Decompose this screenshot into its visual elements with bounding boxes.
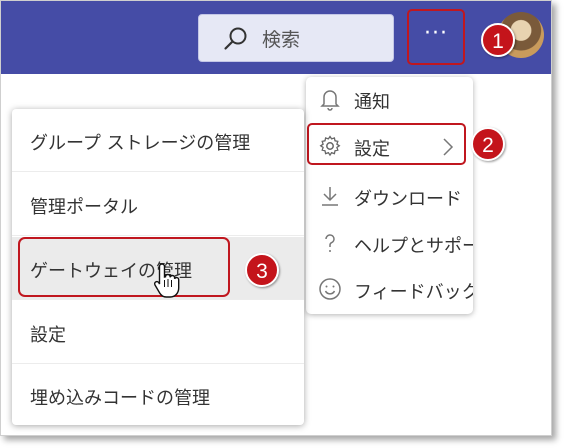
menu-item-label: ダウンロード <box>354 189 462 210</box>
submenu-item-label: 設定 <box>30 325 66 346</box>
hand-cursor-icon <box>153 263 180 298</box>
submenu-item-label: グループ ストレージの管理 <box>30 133 251 154</box>
gateway-highlight <box>18 237 230 297</box>
settings-highlight <box>307 123 466 165</box>
menu-item-help[interactable]: ヘルプとサポート <box>306 221 473 267</box>
menu-item-label: 通知 <box>354 92 390 113</box>
menu-item-notifications[interactable]: 通知 <box>306 77 473 123</box>
smiley-icon <box>319 278 341 300</box>
app-window: 検索 ··· 通知 設定 ダウンロード ヘルプとサポ フィードバック グループ … <box>0 0 552 436</box>
callout-1: 1 <box>481 23 515 57</box>
submenu-item-settings[interactable]: 設定 <box>12 301 304 364</box>
search-box[interactable]: 検索 <box>198 14 394 62</box>
search-label: 検索 <box>262 29 301 51</box>
menu-item-download[interactable]: ダウンロード <box>306 174 473 220</box>
settings-menu: 通知 設定 ダウンロード ヘルプとサポート <box>306 77 473 314</box>
menu-item-label: ヘルプとサポート <box>354 236 473 257</box>
help-icon <box>325 234 335 252</box>
menu-item-feedback[interactable]: フィードバック <box>306 267 473 313</box>
more-options-button[interactable]: ··· <box>407 9 465 65</box>
submenu-item-embed-codes[interactable]: 埋め込みコードの管理 <box>12 364 304 425</box>
menu-item-label: フィードバック <box>354 282 473 303</box>
top-bar: 検索 ··· <box>1 1 551 74</box>
submenu-item-label: 管理ポータル <box>30 197 138 218</box>
submenu-item-group-storage[interactable]: グループ ストレージの管理 <box>12 109 304 172</box>
callout-3: 3 <box>245 253 279 287</box>
download-icon <box>322 187 338 206</box>
submenu-item-admin-portal[interactable]: 管理ポータル <box>12 173 304 236</box>
submenu-item-label: 埋め込みコードの管理 <box>30 388 210 409</box>
callout-2: 2 <box>471 127 505 161</box>
bell-icon <box>320 90 340 111</box>
search-icon <box>224 27 247 50</box>
